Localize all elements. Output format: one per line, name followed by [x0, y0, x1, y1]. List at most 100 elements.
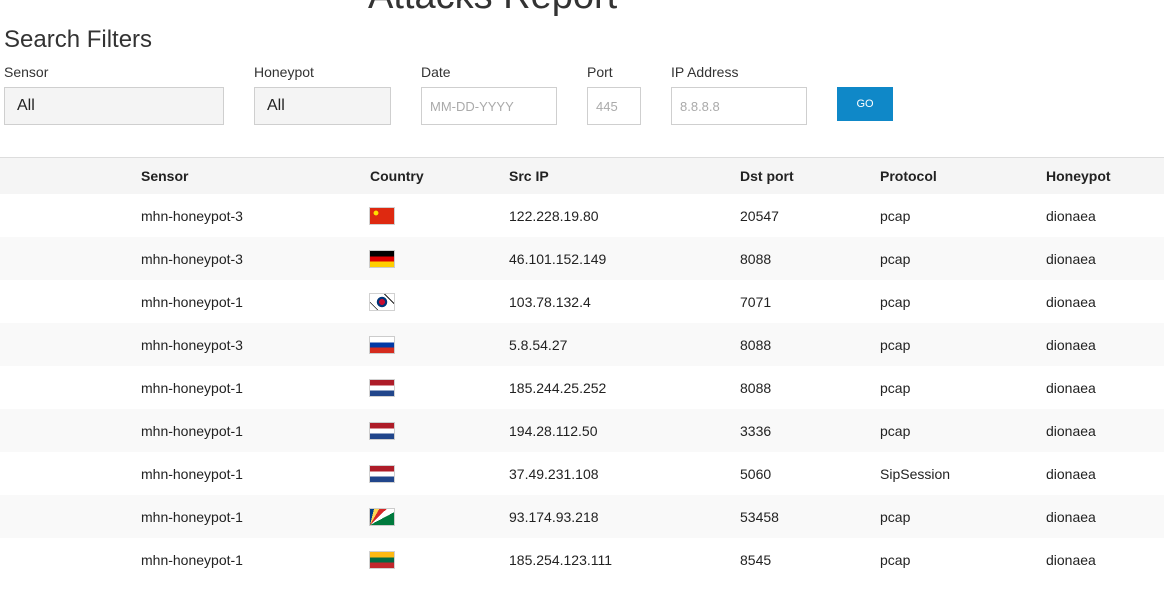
row-spacer: [0, 237, 141, 280]
column-header-sensor[interactable]: Sensor: [141, 157, 370, 194]
honeypot-cell: dionaea: [1046, 323, 1164, 366]
honeypot-cell: dionaea: [1046, 237, 1164, 280]
column-header-dst-port[interactable]: Dst port: [740, 157, 880, 194]
sensor-cell: mhn-honeypot-3: [141, 207, 243, 224]
sensor-cell: mhn-honeypot-1: [141, 495, 370, 538]
dst-port-cell: 8088: [740, 379, 772, 396]
table-row[interactable]: mhn-honeypot-3 122.228.19.80 20547 pcap dion…: [0, 194, 1164, 237]
table-row[interactable]: mhn-honeypot-3 5.8.54.27 8088 pcap dionaea: [0, 323, 1164, 366]
sensor-cell: mhn-honeypot-3: [141, 323, 370, 366]
sensor-cell: mhn-honeypot-3: [141, 237, 370, 280]
date-input[interactable]: [421, 87, 557, 125]
ip-address-input[interactable]: [671, 87, 807, 125]
page-title: Attacks Report: [368, 0, 617, 18]
src-ip-cell: 37.49.231.108: [509, 465, 599, 482]
flag-netherlands-icon: [370, 423, 394, 440]
table-header-row: Sensor Country Src IP Dst port Protocol …: [0, 157, 1164, 194]
search-filters-heading: Search Filters: [4, 26, 153, 53]
country-cell: [370, 538, 509, 581]
flag-germany-icon: [370, 251, 394, 268]
table-row[interactable]: mhn-honeypot-1 93.174.93.218 53458 pcap dion…: [0, 495, 1164, 538]
flag-netherlands-icon: [370, 466, 394, 483]
protocol-cell: pcap: [880, 207, 911, 224]
protocol-cell: pcap: [880, 551, 911, 568]
dst-port-cell: 8088: [740, 237, 880, 280]
sensor-cell: mhn-honeypot-1: [141, 293, 243, 310]
sensor-cell: mhn-honeypot-1: [141, 551, 243, 568]
honeypot-select[interactable]: All: [254, 87, 391, 125]
protocol-cell: pcap: [880, 379, 911, 396]
sensor-select[interactable]: All: [4, 87, 224, 125]
sensor-cell: mhn-honeypot-1: [141, 465, 243, 482]
country-cell: [370, 409, 509, 452]
table-header-spacer: [0, 157, 141, 194]
protocol-cell: pcap: [880, 409, 1046, 452]
attacks-table: Sensor Country Src IP Dst port Protocol …: [0, 157, 1164, 581]
column-header-country[interactable]: Country: [370, 157, 509, 194]
honeypot-label: Honeypot: [254, 64, 314, 80]
dst-port-cell: 5060: [740, 465, 772, 482]
row-spacer: [0, 323, 141, 366]
dst-port-cell: 8545: [740, 551, 772, 568]
honeypot-cell: dionaea: [1046, 551, 1096, 568]
dst-port-cell: 20547: [740, 207, 779, 224]
row-spacer: [0, 366, 141, 409]
src-ip-cell: 122.228.19.80: [509, 207, 599, 224]
flag-seychelles-icon: [370, 509, 394, 526]
table-row[interactable]: mhn-honeypot-1 185.254.123.111 8545 pcap dio…: [0, 538, 1164, 581]
row-spacer: [0, 409, 141, 452]
src-ip-cell: 194.28.112.50: [509, 409, 740, 452]
flag-netherlands-icon: [370, 380, 394, 397]
country-cell: [370, 366, 509, 409]
row-spacer: [0, 495, 141, 538]
row-spacer: [0, 280, 141, 323]
honeypot-cell: dionaea: [1046, 293, 1096, 310]
go-button[interactable]: GO: [837, 87, 893, 121]
column-header-honeypot[interactable]: Honeypot: [1046, 157, 1164, 194]
table-row[interactable]: mhn-honeypot-1 194.28.112.50 3336 pcap diona…: [0, 409, 1164, 452]
country-cell: [370, 237, 509, 280]
row-spacer: [0, 538, 141, 581]
dst-port-cell: 8088: [740, 323, 880, 366]
column-header-protocol[interactable]: Protocol: [880, 157, 1046, 194]
honeypot-cell: dionaea: [1046, 465, 1096, 482]
src-ip-cell: 103.78.132.4: [509, 293, 591, 310]
protocol-cell: pcap: [880, 323, 1046, 366]
country-cell: [370, 323, 509, 366]
flag-lithuania-icon: [370, 552, 394, 569]
dst-port-cell: 3336: [740, 409, 880, 452]
flag-south-korea-icon: [370, 294, 394, 311]
protocol-cell: pcap: [880, 293, 911, 310]
country-cell: [370, 194, 509, 237]
src-ip-cell: 185.254.123.111: [509, 551, 613, 568]
table-row[interactable]: mhn-honeypot-1 37.49.231.108 5060 SipSessio…: [0, 452, 1164, 495]
src-ip-cell: 5.8.54.27: [509, 323, 740, 366]
port-label: Port: [587, 64, 613, 80]
sensor-label: Sensor: [4, 64, 49, 80]
dst-port-cell: 7071: [740, 293, 772, 310]
port-input[interactable]: [587, 87, 641, 125]
country-cell: [370, 280, 509, 323]
dst-port-cell: 53458: [740, 495, 880, 538]
column-header-src-ip[interactable]: Src IP: [509, 157, 740, 194]
row-spacer: [0, 194, 141, 237]
honeypot-cell: dionaea: [1046, 495, 1164, 538]
src-ip-cell: 93.174.93.218: [509, 495, 740, 538]
country-cell: [370, 452, 509, 495]
sensor-cell: mhn-honeypot-1: [141, 379, 243, 396]
protocol-cell: pcap: [880, 237, 1046, 280]
src-ip-cell: 185.244.25.252: [509, 379, 607, 396]
date-label: Date: [421, 64, 451, 80]
country-cell: [370, 495, 509, 538]
sensor-cell: mhn-honeypot-1: [141, 409, 370, 452]
flag-china-icon: [370, 208, 394, 225]
src-ip-cell: 46.101.152.149: [509, 237, 740, 280]
table-row[interactable]: mhn-honeypot-1 185.244.25.252 8088 pcap dion…: [0, 366, 1164, 409]
honeypot-cell: dionaea: [1046, 207, 1096, 224]
protocol-cell: pcap: [880, 495, 1046, 538]
table-row[interactable]: mhn-honeypot-3 46.101.152.149 8088 pcap dion…: [0, 237, 1164, 280]
row-spacer: [0, 452, 141, 495]
honeypot-cell: dionaea: [1046, 409, 1164, 452]
table-row[interactable]: mhn-honeypot-1 103.78.132.4 7071 pcap dionae…: [0, 280, 1164, 323]
flag-russia-icon: [370, 337, 394, 354]
